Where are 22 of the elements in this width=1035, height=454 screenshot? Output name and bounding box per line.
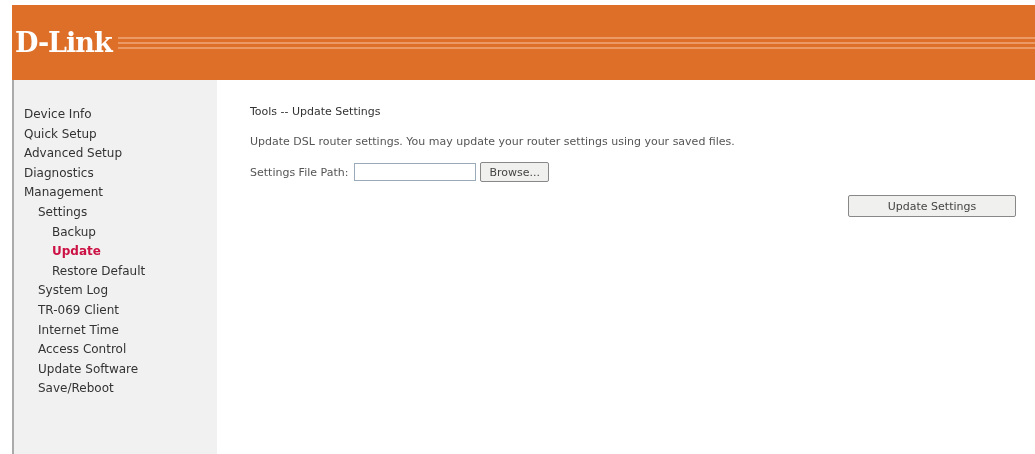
sidebar-item[interactable]: Update Software — [14, 359, 217, 380]
browse-button[interactable]: Browse... — [480, 162, 549, 182]
sidebar-item[interactable]: Save/Reboot — [14, 379, 217, 399]
sidebar-item[interactable]: Settings — [14, 202, 217, 223]
field-label: Settings File Path: — [250, 165, 349, 179]
sidebar-item[interactable]: Backup — [14, 222, 217, 243]
sidebar-item[interactable]: System Log — [14, 281, 217, 301]
sidebar-item[interactable]: Access Control — [14, 340, 217, 360]
page-title: Tools -- Update Settings — [250, 105, 382, 118]
sidebar-item[interactable]: TR-069 Client — [14, 300, 217, 321]
sidebar-item[interactable]: Internet Time — [14, 320, 217, 341]
sidebar-item[interactable]: Device Info — [14, 105, 217, 125]
sidebar-item[interactable]: Advanced Setup — [14, 144, 217, 164]
sidebar-item[interactable]: Update — [14, 242, 217, 262]
file-path-field[interactable] — [354, 163, 477, 181]
sidebar-item[interactable]: Management — [14, 183, 217, 203]
logo: D-Link — [15, 27, 112, 58]
update-settings-button[interactable]: Update Settings — [848, 195, 1016, 217]
sidebar-item[interactable]: Restore Default — [14, 261, 217, 282]
description: Update DSL router settings. You may update your router settings using your saved files. — [250, 135, 736, 148]
sidebar-item[interactable]: Quick Setup — [14, 124, 217, 145]
sidebar-item[interactable]: Diagnostics — [14, 163, 217, 184]
